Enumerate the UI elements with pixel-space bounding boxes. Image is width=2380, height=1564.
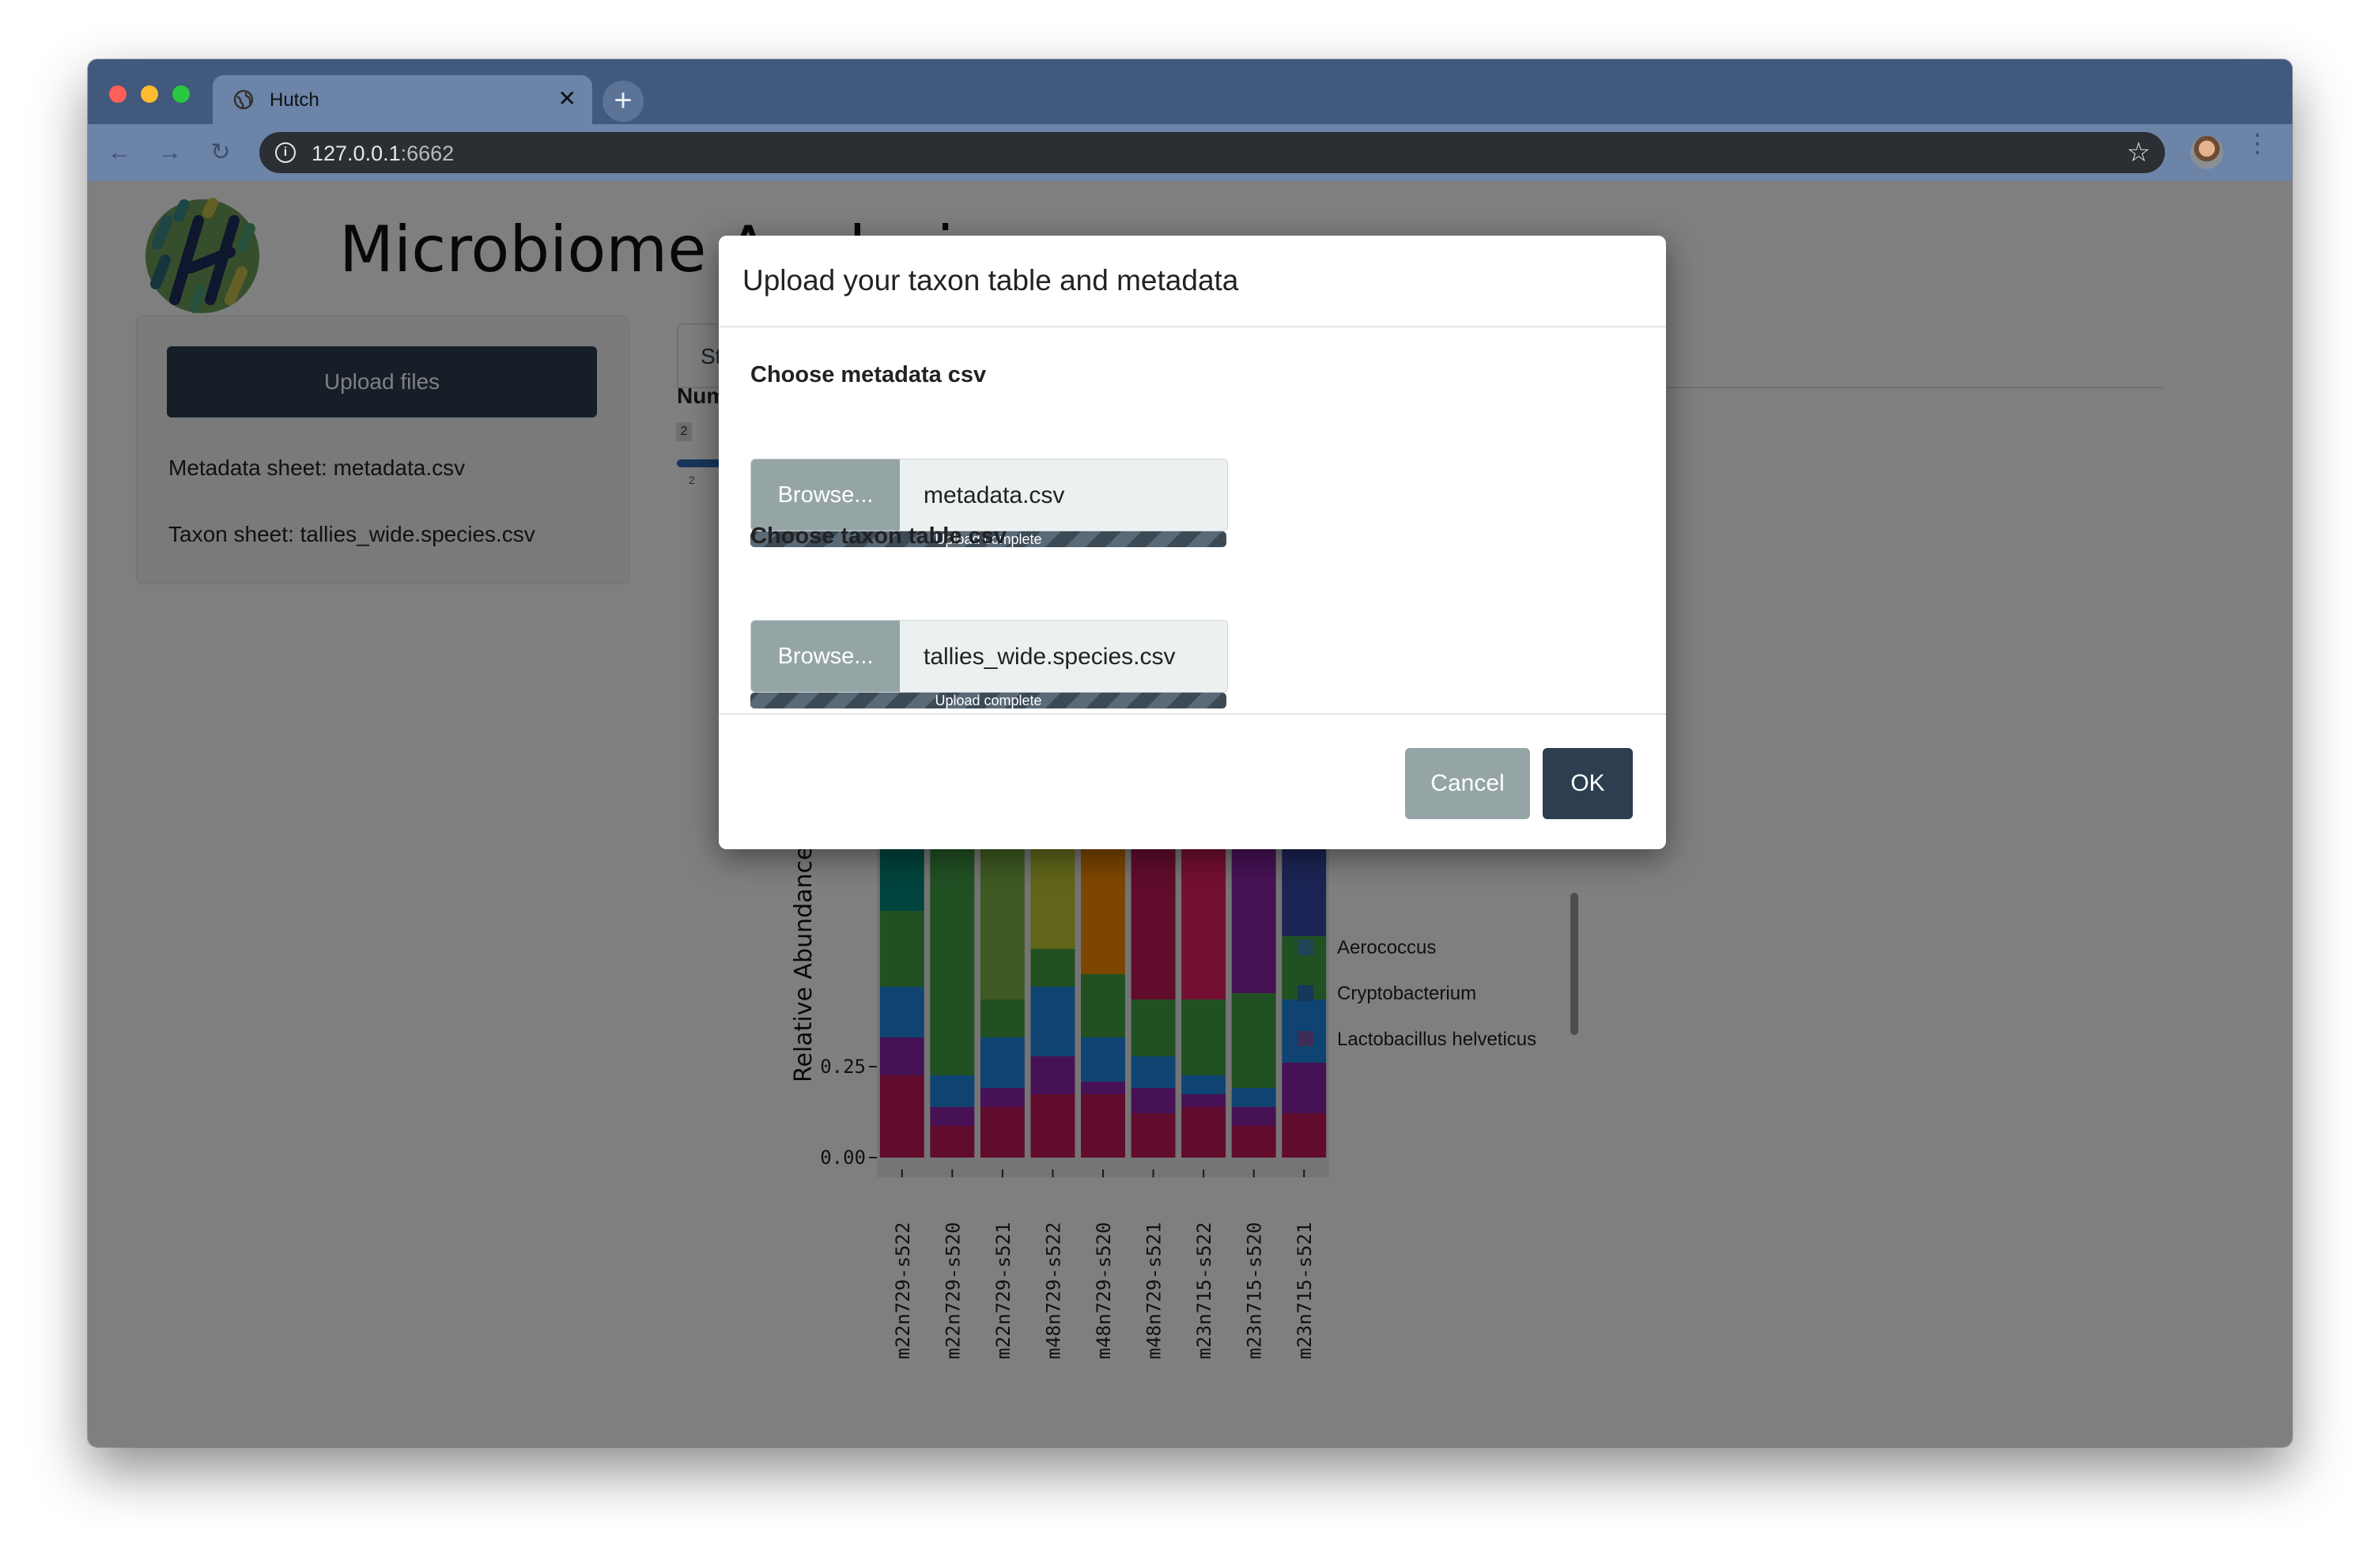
taxon-file-input[interactable]: Browse... tallies_wide.species.csv: [750, 620, 1228, 693]
ok-button[interactable]: OK: [1543, 748, 1633, 819]
browser-titlebar: Hutch ✕ +: [88, 59, 2292, 124]
modal-header: Upload your taxon table and metadata: [719, 236, 1666, 327]
back-icon[interactable]: ←: [104, 137, 135, 168]
minimize-window-button[interactable]: [141, 85, 158, 103]
metadata-file-input[interactable]: Browse... metadata.csv: [750, 459, 1228, 531]
metadata-field-label: Choose metadata csv: [750, 362, 987, 387]
url-text[interactable]: 127.0.0.1:6662: [312, 142, 454, 166]
upload-modal: Upload your taxon table and metadata Cho…: [719, 236, 1666, 849]
taxon-filename-field[interactable]: tallies_wide.species.csv: [900, 621, 1227, 692]
metadata-filename-field[interactable]: metadata.csv: [900, 459, 1227, 531]
taxon-upload-progress: Upload complete: [750, 693, 1226, 708]
new-tab-button[interactable]: +: [603, 81, 644, 122]
taxon-field-label: Choose taxon table csv: [750, 523, 1007, 549]
browser-menu-icon[interactable]: ⋮: [2245, 130, 2270, 156]
modal-title: Upload your taxon table and metadata: [742, 264, 1239, 297]
reload-icon[interactable]: ↻: [205, 137, 236, 168]
tab-title: Hutch: [270, 89, 319, 111]
bookmark-star-icon[interactable]: ☆: [2127, 137, 2151, 168]
maximize-window-button[interactable]: [172, 85, 190, 103]
url-host: 127.0.0.1: [312, 142, 401, 165]
forward-icon[interactable]: →: [154, 137, 186, 168]
close-window-button[interactable]: [109, 85, 127, 103]
browser-window: Hutch ✕ + ← → ↻ i 127.0.0.1:6662 ☆ ⋮ Upl…: [88, 59, 2292, 1447]
modal-footer-divider: [719, 713, 1666, 715]
tab-close-icon[interactable]: ✕: [558, 88, 576, 110]
url-port: :6662: [400, 142, 455, 165]
browser-tab[interactable]: Hutch ✕: [213, 75, 592, 124]
metadata-browse-button[interactable]: Browse...: [751, 459, 900, 531]
cancel-button[interactable]: Cancel: [1405, 748, 1530, 819]
site-info-icon[interactable]: i: [275, 142, 296, 163]
address-bar[interactable]: i 127.0.0.1:6662 ☆: [259, 132, 2165, 173]
taxon-progress-text: Upload complete: [935, 693, 1042, 708]
globe-icon: [233, 89, 254, 110]
taxon-browse-button[interactable]: Browse...: [751, 621, 900, 692]
profile-avatar[interactable]: [2190, 136, 2223, 169]
